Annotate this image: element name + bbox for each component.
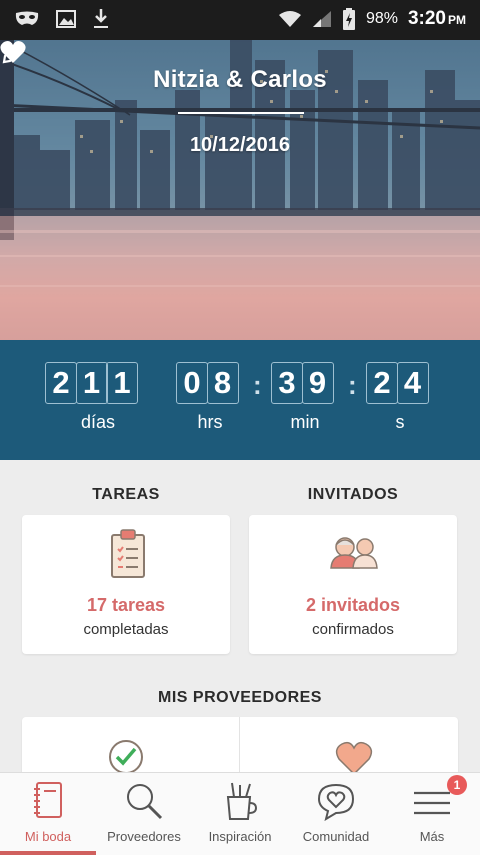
- download-icon: [94, 9, 108, 28]
- search-icon: [127, 784, 163, 820]
- hours-digits: 0 8: [176, 362, 239, 404]
- status-right: 98% 3:20 PM: [278, 8, 466, 30]
- nav-label: Comunidad: [302, 829, 370, 844]
- clock-time: 3:20: [407, 8, 446, 29]
- wedding-date: 10/12/2016: [189, 134, 291, 156]
- minutes-digits: 3 9: [271, 362, 334, 404]
- bottom-navigation: Mi boda Proveedores Inspiración Comunida…: [0, 772, 480, 855]
- seconds-digits: 2 4: [366, 362, 429, 404]
- digit: 0: [176, 362, 208, 404]
- digit: 8: [206, 362, 239, 404]
- notebook-icon: [34, 782, 62, 818]
- seconds-label: s: [395, 412, 405, 432]
- hero-banner: Nitzia & Carlos 10/12/2016: [0, 40, 480, 340]
- menu-icon: [414, 791, 450, 815]
- nav-label: Inspiración: [208, 829, 272, 844]
- days-label: días: [80, 412, 116, 432]
- nav-label: Más: [419, 829, 445, 844]
- clipboard-icon: [111, 529, 145, 578]
- brushes-icon: [226, 782, 258, 820]
- digit: 4: [396, 362, 429, 404]
- guests-title: INVITADOS: [307, 486, 399, 503]
- digit: 1: [106, 362, 138, 404]
- clock-ampm: PM: [448, 13, 466, 27]
- signal-icon: [312, 11, 331, 27]
- image-icon: [56, 10, 76, 28]
- guests-count: 2 invitados: [305, 595, 401, 615]
- digit: 3: [271, 362, 303, 404]
- couple-icon: [330, 537, 378, 569]
- nav-label: Mi boda: [24, 829, 72, 844]
- tasks-count: 17 tareas: [86, 595, 166, 615]
- tasks-title: TAREAS: [92, 486, 160, 503]
- heart-icon: [335, 741, 373, 775]
- nav-inspiracion[interactable]: Inspiración: [192, 773, 288, 855]
- colon: :: [348, 370, 357, 400]
- guests-card[interactable]: 2 invitados confirmados: [249, 515, 457, 654]
- nav-mi-boda[interactable]: Mi boda: [0, 773, 96, 855]
- colon: :: [253, 370, 262, 400]
- mask-icon: [15, 11, 39, 25]
- check-circle-icon: [109, 740, 143, 774]
- digit: 2: [45, 362, 77, 404]
- title-divider: [178, 112, 304, 114]
- countdown-panel: 2 1 1 0 8 : 3 9 : 2 4 días hrs min s: [0, 340, 480, 460]
- digit: 9: [301, 362, 334, 404]
- nav-comunidad[interactable]: Comunidad: [288, 773, 384, 855]
- digit: 2: [366, 362, 398, 404]
- pencil-icon[interactable]: [0, 40, 26, 66]
- tasks-card[interactable]: 17 tareas completadas: [22, 515, 230, 654]
- nav-proveedores[interactable]: Proveedores: [96, 773, 192, 855]
- guests-status: confirmados: [312, 621, 394, 638]
- status-bar: 98% 3:20 PM: [0, 0, 480, 40]
- digit: 1: [75, 362, 108, 404]
- heart-chat-icon: [317, 783, 355, 821]
- clock: 3:20 PM: [408, 8, 466, 30]
- status-left-icons: [14, 8, 110, 30]
- couple-names: Nitzia & Carlos: [153, 66, 327, 93]
- battery-icon: [342, 8, 355, 30]
- active-indicator: [0, 851, 96, 855]
- wifi-icon: [278, 11, 301, 27]
- battery-percent: 98%: [365, 10, 398, 27]
- notification-badge: 1: [447, 775, 467, 795]
- days-digits: 2 1 1: [45, 362, 138, 404]
- providers-title: MIS PROVEEDORES: [158, 689, 322, 706]
- nav-label: Proveedores: [107, 829, 181, 844]
- tasks-status: completadas: [83, 621, 169, 638]
- minutes-label: min: [290, 412, 320, 432]
- hours-label: hrs: [197, 412, 223, 432]
